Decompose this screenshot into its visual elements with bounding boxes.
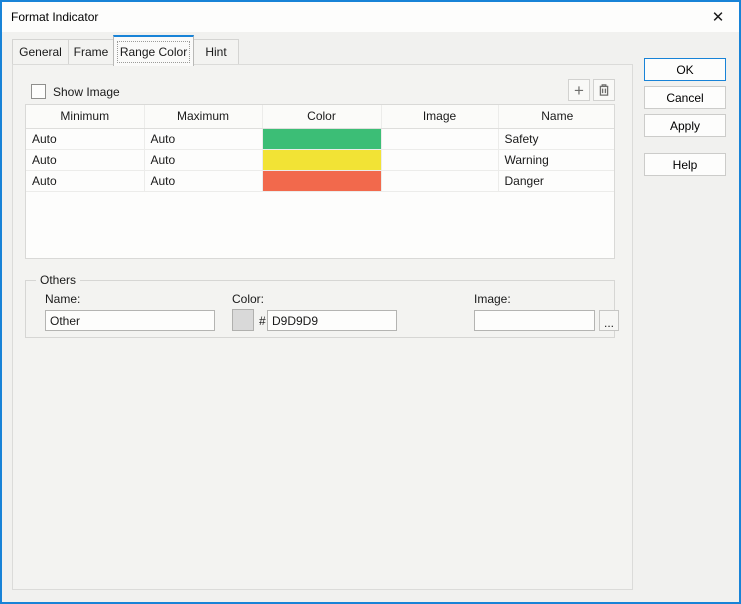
table-header-row: Minimum Maximum Color Image Name: [26, 105, 615, 128]
plus-icon: +: [574, 82, 584, 99]
help-button[interactable]: Help: [644, 153, 726, 176]
others-group: Others Name: Color: # Image: ...: [25, 280, 615, 338]
tab-general[interactable]: General: [12, 39, 69, 65]
name-cell[interactable]: Danger: [498, 170, 615, 191]
image-cell[interactable]: [381, 149, 498, 170]
hash-label: #: [259, 314, 266, 328]
image-input[interactable]: [474, 310, 595, 331]
minimum-cell[interactable]: Auto: [26, 149, 144, 170]
show-image-label: Show Image: [53, 85, 120, 99]
others-group-label: Others: [36, 273, 80, 287]
col-header-color[interactable]: Color: [262, 105, 381, 128]
table-row-danger[interactable]: Auto Auto Danger: [26, 170, 615, 191]
close-icon[interactable]: ✕: [703, 5, 733, 29]
color-swatch[interactable]: [232, 309, 254, 331]
range-table: Minimum Maximum Color Image Name Auto Au…: [25, 104, 615, 259]
apply-button[interactable]: Apply: [644, 114, 726, 137]
name-cell[interactable]: Safety: [498, 128, 615, 149]
tab-general-label: General: [19, 45, 62, 59]
tab-frame-label: Frame: [74, 45, 109, 59]
minimum-cell[interactable]: Auto: [26, 128, 144, 149]
window-title: Format Indicator: [11, 2, 98, 32]
color-hex-input[interactable]: [267, 310, 397, 331]
color-cell[interactable]: [262, 170, 381, 191]
name-cell[interactable]: Warning: [498, 149, 615, 170]
maximum-cell[interactable]: Auto: [144, 170, 262, 191]
table-row-warning[interactable]: Auto Auto Warning: [26, 149, 615, 170]
add-range-button[interactable]: +: [568, 79, 590, 101]
color-cell[interactable]: [262, 149, 381, 170]
title-bar: Format Indicator ✕: [2, 2, 739, 32]
image-field-label: Image:: [474, 292, 511, 306]
col-header-minimum[interactable]: Minimum: [26, 105, 144, 128]
name-field-label: Name:: [45, 292, 80, 306]
table-row-safety[interactable]: Auto Auto Safety: [26, 128, 615, 149]
show-image-checkbox[interactable]: [31, 84, 46, 99]
minimum-cell[interactable]: Auto: [26, 170, 144, 191]
maximum-cell[interactable]: Auto: [144, 149, 262, 170]
ok-button[interactable]: OK: [644, 58, 726, 81]
name-input[interactable]: [45, 310, 215, 331]
trash-icon: [597, 83, 611, 97]
tab-range-color[interactable]: Range Color: [113, 35, 194, 66]
cancel-button[interactable]: Cancel: [644, 86, 726, 109]
color-cell[interactable]: [262, 128, 381, 149]
tab-range-color-label: Range Color: [120, 45, 187, 59]
tab-hint-label: Hint: [205, 45, 226, 59]
col-header-maximum[interactable]: Maximum: [144, 105, 262, 128]
delete-range-button[interactable]: [593, 79, 615, 101]
format-indicator-dialog: Format Indicator ✕ General Frame Range C…: [0, 0, 741, 604]
tab-hint[interactable]: Hint: [193, 39, 239, 65]
browse-image-button[interactable]: ...: [599, 310, 619, 331]
color-field-label: Color:: [232, 292, 264, 306]
range-color-tab-panel: Show Image +: [12, 64, 633, 590]
image-cell[interactable]: [381, 170, 498, 191]
image-cell[interactable]: [381, 128, 498, 149]
tab-frame[interactable]: Frame: [68, 39, 114, 65]
col-header-image[interactable]: Image: [381, 105, 498, 128]
col-header-name[interactable]: Name: [498, 105, 615, 128]
maximum-cell[interactable]: Auto: [144, 128, 262, 149]
